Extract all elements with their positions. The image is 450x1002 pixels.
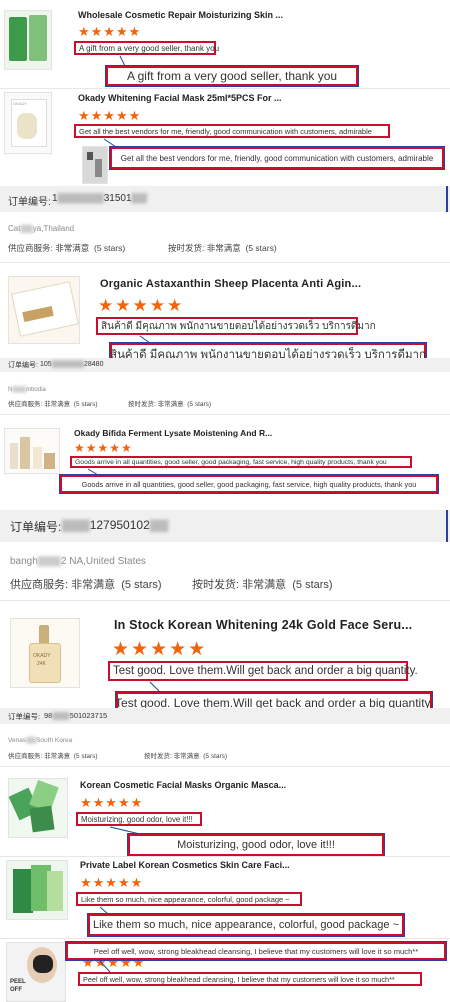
on-time-delivery-rating: 按时发货: 非常满意 (5 stars) — [128, 401, 212, 408]
connector-line — [139, 335, 151, 344]
review-translation-bubble: Moisturizing, good odor, love it!!! — [127, 833, 385, 857]
peel-label: PEEL — [10, 979, 26, 985]
gold-serum-bottle-icon — [39, 625, 49, 645]
rating-stars: ★★★★★ — [80, 795, 144, 810]
connector-line — [99, 906, 109, 915]
review-text: Peel off well, wow, strong bleakhead cle… — [78, 972, 422, 986]
product-thumbnail[interactable] — [4, 428, 60, 474]
review-text: Get all the best vendors for me, friendl… — [74, 124, 390, 138]
rating-stars: ★★★★★ — [78, 108, 142, 123]
review-translation-bubble: Get all the best vendors for me, friendl… — [109, 146, 445, 170]
order-number: 1▇▇▇▇▇▇31501▇▇ — [52, 193, 147, 204]
order-number-label: 订单编号: — [8, 712, 41, 721]
order-number: ▇▇▇127950102▇▇ — [62, 518, 169, 532]
review-translation-bubble: Goods arrive in all quantities, good sel… — [59, 474, 439, 494]
review-translation-bubble: Like them so much, nice appearance, colo… — [87, 913, 405, 937]
connector-line — [119, 55, 126, 67]
review-photo[interactable] — [82, 146, 108, 184]
divider — [0, 938, 450, 939]
product-thumbnail[interactable]: PEEL OFF — [6, 942, 66, 1002]
product-title[interactable]: Organic Astaxanthin Sheep Placenta Anti … — [100, 278, 361, 290]
divider — [0, 88, 450, 89]
face-mask-pack-icon — [13, 869, 33, 913]
review-text: A gift from a very good seller, thank yo… — [74, 41, 219, 55]
review-text: สินค้าดี มีคุณภาพ พนักงานขายตอบได้อย่างร… — [96, 317, 376, 335]
serum-label: 24K — [37, 661, 46, 667]
review-text: Like them so much, nice appearance, colo… — [76, 892, 302, 906]
order-number: 98▇▇▇501023715 — [44, 711, 108, 720]
on-time-delivery-rating: 按时发货: 非常满意 (5 stars) — [168, 243, 277, 253]
divider — [0, 414, 450, 415]
supplier-service-rating: 供应商服务: 非常满意 (5 stars) — [8, 243, 126, 253]
order-number-prefix: 1 — [52, 193, 58, 204]
review-text: Test good. Love them.Will get back and o… — [108, 661, 418, 681]
product-thumbnail[interactable] — [6, 860, 68, 920]
product-thumbnail[interactable] — [8, 778, 68, 838]
buyer-location: Cat▇▇ya,Thailand — [8, 224, 75, 233]
supplier-service-rating: 供应商服务: 非常满意 (5 stars) — [8, 401, 98, 408]
divider — [0, 600, 450, 601]
brand-label: OKADY — [33, 653, 51, 659]
supplier-service-rating: 供应商服务: 非常满意 (5 stars) — [8, 753, 98, 760]
on-time-delivery-rating: 按时发货: 非常满意 (5 stars) — [144, 753, 228, 760]
product-title[interactable]: Korean Cosmetic Facial Masks Organic Mas… — [80, 780, 286, 790]
buyer-location: N▇▇▇mbodia — [8, 387, 46, 393]
review-text: Moisturizing, good odor, love it!!! — [76, 812, 202, 826]
rating-stars: ★★★★★ — [98, 296, 185, 315]
side-marker — [446, 510, 448, 542]
on-time-delivery-rating: 按时发货: 非常满意 (5 stars) — [192, 579, 333, 591]
review-translation-bubble: Peel off well, wow, strong bleakhead cle… — [65, 941, 447, 961]
buyer-location: bangh▇▇▇2 NA,United States — [10, 556, 146, 567]
order-number-label: 订单编号: — [10, 520, 62, 534]
order-number-label: 订单编号: — [8, 362, 38, 369]
product-title[interactable]: Okady Whitening Facial Mask 25ml*5PCS Fo… — [78, 93, 282, 103]
face-mask-pack-icon — [29, 15, 47, 61]
rating-stars: ★★★★★ — [74, 441, 133, 455]
connector-line — [149, 681, 161, 693]
product-title[interactable]: Private Label Korean Cosmetics Skin Care… — [80, 860, 290, 870]
mask-sheet-icon — [17, 113, 37, 139]
order-number: 105▇▇▇▇▇▇28480 — [40, 361, 104, 368]
divider — [0, 766, 450, 767]
supplier-service-rating: 供应商服务: 非常满意 (5 stars) — [10, 579, 162, 591]
product-title[interactable]: In Stock Korean Whitening 24k Gold Face … — [114, 618, 412, 632]
review-translation-bubble: A gift from a very good seller, thank yo… — [105, 65, 359, 87]
connector-line — [109, 826, 141, 835]
divider — [0, 262, 450, 263]
face-mask-pack-icon — [9, 17, 27, 61]
buyer-location: Venas▇▇South Korea — [8, 737, 73, 744]
review-text: Goods arrive in all quantities, good sel… — [70, 456, 412, 468]
brand-label: OKADY — [13, 101, 28, 106]
divider — [0, 856, 450, 857]
peel-label: OFF — [10, 987, 22, 993]
order-number-label: 订单编号: — [8, 197, 51, 208]
product-title[interactable]: Okady Bifida Ferment Lysate Moistening A… — [74, 428, 272, 438]
order-number-mid: 31501 — [103, 193, 132, 204]
product-thumbnail[interactable] — [4, 10, 52, 70]
rating-stars: ★★★★★ — [78, 24, 142, 39]
rating-stars: ★★★★★ — [80, 875, 144, 890]
skincare-bottles-icon — [10, 443, 18, 469]
rating-stars: ★★★★★ — [112, 639, 208, 660]
product-title[interactable]: Wholesale Cosmetic Repair Moisturizing S… — [78, 10, 283, 20]
product-thumbnail[interactable]: OKADY 24K — [10, 618, 80, 688]
side-marker — [446, 186, 448, 212]
product-thumbnail[interactable] — [8, 276, 80, 344]
product-thumbnail[interactable]: OKADY — [4, 92, 52, 154]
